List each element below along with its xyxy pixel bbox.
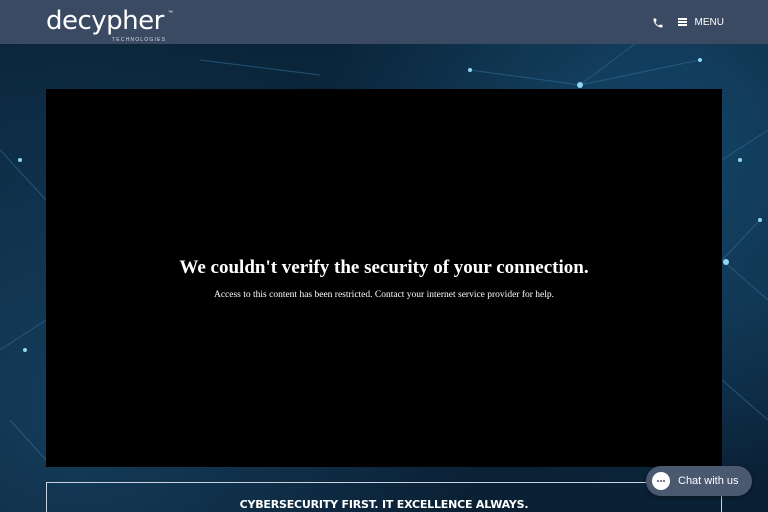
logo-wordmark: decypher	[46, 6, 164, 36]
error-title: We couldn't verify the security of your …	[179, 257, 589, 278]
site-header: decypher ™ TECHNOLOGIES MENU	[0, 0, 768, 44]
header-nav: MENU	[652, 16, 724, 28]
tagline-banner: CYBERSECURITY FIRST. IT EXCELLENCE ALWAY…	[46, 482, 722, 512]
tagline-text: CYBERSECURITY FIRST. IT EXCELLENCE ALWAY…	[239, 498, 529, 511]
chat-bubble-icon	[652, 472, 670, 490]
error-message: Access to this content has been restrict…	[213, 290, 555, 300]
menu-button[interactable]: MENU	[677, 16, 724, 28]
hamburger-menu-icon	[677, 18, 687, 26]
security-error-panel: We couldn't verify the security of your …	[46, 89, 722, 467]
chat-label: Chat with us	[678, 475, 739, 487]
menu-label: MENU	[694, 16, 724, 28]
logo-trademark: ™	[168, 10, 173, 16]
decypher-logo[interactable]: decypher ™ TECHNOLOGIES	[46, 4, 176, 43]
logo-subtext: TECHNOLOGIES	[112, 37, 167, 43]
phone-icon[interactable]	[652, 16, 664, 28]
chat-with-us-button[interactable]: Chat with us	[646, 466, 752, 496]
